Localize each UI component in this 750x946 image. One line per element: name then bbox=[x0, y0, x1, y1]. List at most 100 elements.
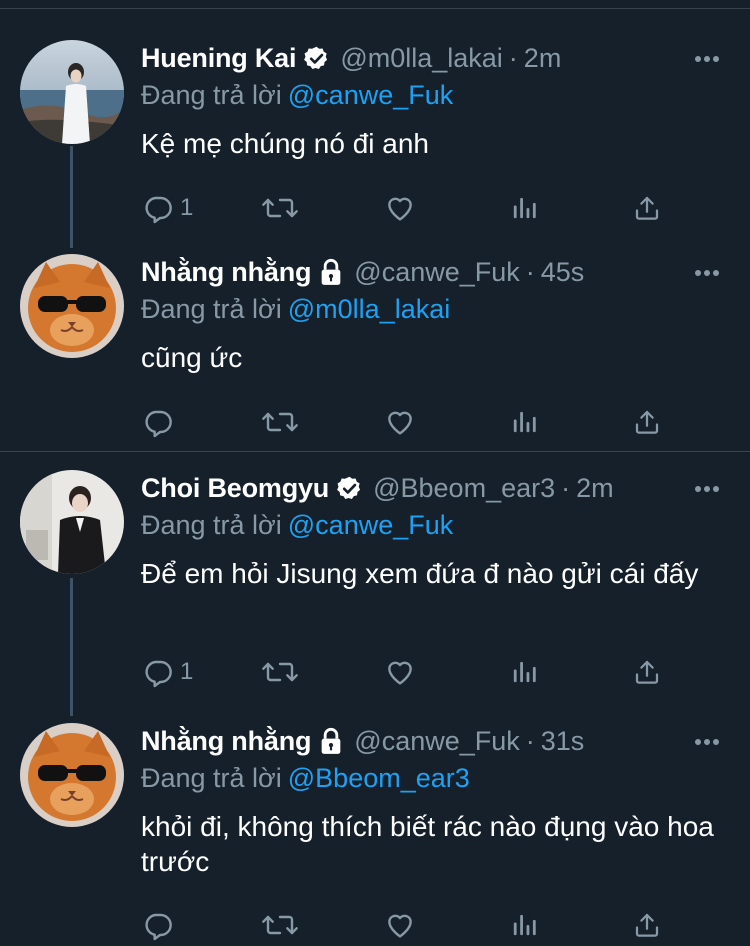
mention-link[interactable]: @canwe_Fuk bbox=[288, 80, 453, 110]
reply-button[interactable] bbox=[142, 402, 180, 442]
handle[interactable]: @Bbeom_ear3 bbox=[373, 473, 555, 504]
retweet-button[interactable] bbox=[260, 652, 300, 692]
handle[interactable]: @canwe_Fuk bbox=[354, 726, 519, 757]
timestamp[interactable]: 45s bbox=[541, 257, 585, 288]
tweet-header: Huening Kai @m0lla_lakai · 2m bbox=[141, 40, 561, 76]
conversation-divider bbox=[0, 451, 750, 452]
more-icon[interactable] bbox=[694, 264, 720, 282]
tweet-header: Nhằng nhằng @canwe_Fuk · 31s bbox=[141, 723, 584, 759]
analytics-button[interactable] bbox=[510, 188, 538, 228]
mention-link[interactable]: @m0lla_lakai bbox=[288, 294, 450, 324]
tweet-header: Choi Beomgyu @Bbeom_ear3 · 2m bbox=[141, 470, 614, 506]
avatar[interactable] bbox=[20, 254, 124, 358]
analytics-button[interactable] bbox=[510, 402, 538, 442]
reply-icon bbox=[142, 192, 174, 224]
display-name[interactable]: Nhằng nhằng bbox=[141, 726, 311, 757]
display-name[interactable]: Choi Beomgyu bbox=[141, 473, 329, 504]
retweet-icon bbox=[260, 656, 300, 688]
avatar[interactable] bbox=[20, 723, 124, 827]
handle[interactable]: @m0lla_lakai bbox=[340, 43, 502, 74]
analytics-icon bbox=[510, 909, 538, 941]
retweet-button[interactable] bbox=[260, 188, 300, 228]
tweet-actions bbox=[140, 402, 680, 442]
replying-to: Đang trả lời @canwe_Fuk bbox=[141, 80, 453, 111]
retweet-button[interactable] bbox=[260, 905, 300, 945]
timestamp[interactable]: 2m bbox=[576, 473, 614, 504]
replying-to: Đang trả lời @canwe_Fuk bbox=[141, 510, 453, 541]
retweet-icon bbox=[260, 192, 300, 224]
avatar[interactable] bbox=[20, 40, 124, 144]
tweet-text: Kệ mẹ chúng nó đi anh bbox=[141, 128, 429, 159]
like-button[interactable] bbox=[384, 402, 416, 442]
like-button[interactable] bbox=[384, 188, 416, 228]
display-name[interactable]: Nhằng nhằng bbox=[141, 257, 311, 288]
reply-button[interactable]: 1 bbox=[142, 188, 193, 228]
like-button[interactable] bbox=[384, 652, 416, 692]
share-icon bbox=[632, 656, 662, 688]
tweet[interactable]: Nhằng nhằng @canwe_Fuk · 31s Đang trả lời @Bb… bbox=[0, 723, 750, 946]
avatar[interactable] bbox=[20, 470, 124, 574]
more-icon[interactable] bbox=[694, 480, 720, 498]
timeline: Huening Kai @m0lla_lakai · 2m Đang trả lời @c… bbox=[0, 0, 750, 946]
tweet[interactable]: Nhằng nhằng @canwe_Fuk · 45s Đang trả lời @m0… bbox=[0, 254, 750, 446]
mention-link[interactable]: @Bbeom_ear3 bbox=[288, 763, 470, 793]
retweet-button[interactable] bbox=[260, 402, 300, 442]
replying-to: Đang trả lời @m0lla_lakai bbox=[141, 294, 450, 325]
retweet-icon bbox=[260, 406, 300, 438]
reply-button[interactable]: 1 bbox=[142, 652, 193, 692]
tweet[interactable]: Huening Kai @m0lla_lakai · 2m Đang trả lời @c… bbox=[0, 40, 750, 232]
tweet-text: khỏi đi, không thích biết rác nào đụng v… bbox=[141, 811, 714, 877]
reply-count: 1 bbox=[180, 194, 194, 221]
lock-icon bbox=[318, 727, 344, 755]
timestamp[interactable]: 2m bbox=[524, 43, 562, 74]
share-icon bbox=[632, 406, 662, 438]
replying-to-label: Đang trả lời bbox=[141, 80, 282, 110]
like-icon bbox=[384, 406, 416, 438]
analytics-button[interactable] bbox=[510, 905, 538, 945]
like-icon bbox=[384, 656, 416, 688]
reply-icon bbox=[142, 909, 174, 941]
tweet-actions: 1 bbox=[140, 188, 680, 228]
share-icon bbox=[632, 909, 662, 941]
replying-to-label: Đang trả lời bbox=[141, 294, 282, 324]
replying-to: Đang trả lời @Bbeom_ear3 bbox=[141, 763, 470, 794]
tweet-text: Để em hỏi Jisung xem đứa đ nào gửi cái đ… bbox=[141, 558, 699, 589]
share-icon bbox=[632, 192, 662, 224]
analytics-icon bbox=[510, 192, 538, 224]
display-name[interactable]: Huening Kai bbox=[141, 43, 297, 74]
tweet-actions: 1 bbox=[140, 652, 680, 692]
timestamp[interactable]: 31s bbox=[541, 726, 585, 757]
retweet-icon bbox=[260, 909, 300, 941]
reply-icon bbox=[142, 406, 174, 438]
more-icon[interactable] bbox=[694, 50, 720, 68]
verified-icon bbox=[336, 475, 363, 502]
share-button[interactable] bbox=[632, 905, 662, 945]
reply-count: 1 bbox=[180, 658, 194, 685]
tweet-actions bbox=[140, 905, 680, 945]
like-icon bbox=[384, 909, 416, 941]
top-border bbox=[0, 8, 750, 9]
replying-to-label: Đang trả lời bbox=[141, 763, 282, 793]
analytics-icon bbox=[510, 406, 538, 438]
separator: · bbox=[508, 42, 518, 73]
share-button[interactable] bbox=[632, 188, 662, 228]
mention-link[interactable]: @canwe_Fuk bbox=[288, 510, 453, 540]
lock-icon bbox=[318, 258, 344, 286]
separator: · bbox=[561, 472, 571, 503]
like-button[interactable] bbox=[384, 905, 416, 945]
more-icon[interactable] bbox=[694, 733, 720, 751]
tweet-text: cũng ức bbox=[141, 342, 243, 373]
share-button[interactable] bbox=[632, 402, 662, 442]
separator: · bbox=[525, 256, 535, 287]
reply-icon bbox=[142, 656, 174, 688]
separator: · bbox=[525, 725, 535, 756]
handle[interactable]: @canwe_Fuk bbox=[354, 257, 519, 288]
replying-to-label: Đang trả lời bbox=[141, 510, 282, 540]
reply-button[interactable] bbox=[142, 905, 180, 945]
like-icon bbox=[384, 192, 416, 224]
verified-icon bbox=[303, 45, 330, 72]
analytics-button[interactable] bbox=[510, 652, 538, 692]
share-button[interactable] bbox=[632, 652, 662, 692]
analytics-icon bbox=[510, 656, 538, 688]
tweet[interactable]: Choi Beomgyu @Bbeom_ear3 · 2m Đang trả lời @c… bbox=[0, 470, 750, 696]
